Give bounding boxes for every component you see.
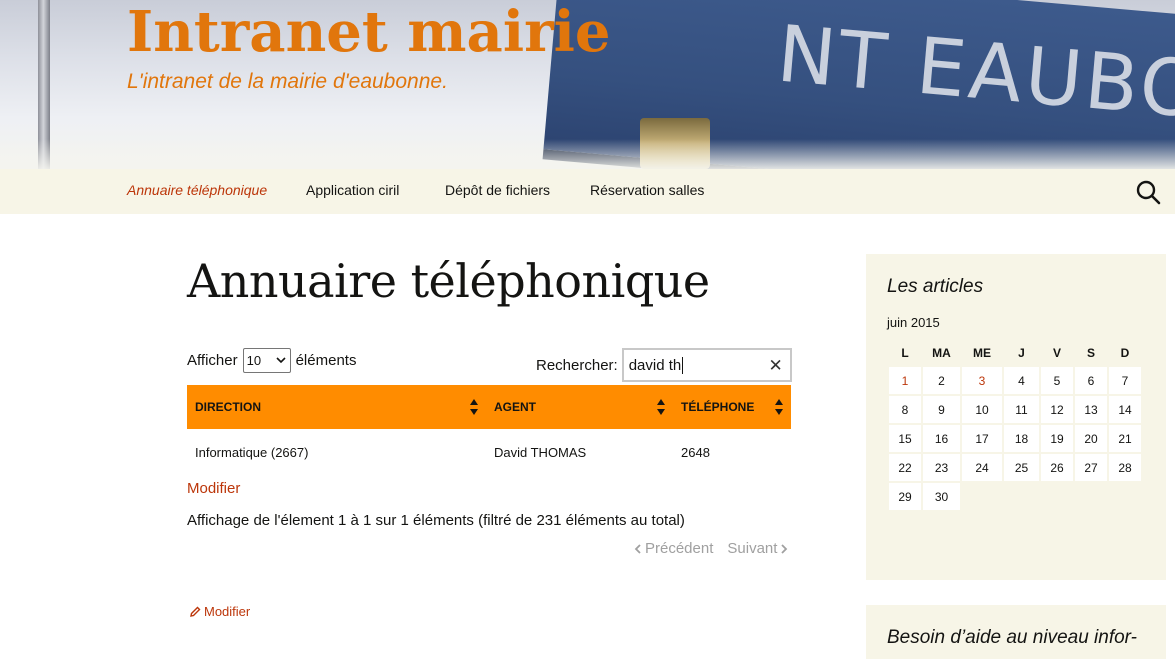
calendar-header: S [1086,345,1095,360]
calendar-day: 19 [1041,425,1073,452]
calendar-day: 25 [1004,454,1039,481]
chevron-down-icon [276,357,286,364]
sort-icon [775,399,783,415]
calendar-header: J [1018,345,1025,360]
search-input-value: david th [628,356,682,374]
calendar-day-link[interactable]: 3 [962,367,1002,394]
calendar-day: 29 [889,483,921,510]
search-icon[interactable] [1135,179,1161,205]
calendar-day: 21 [1109,425,1141,452]
text-cursor [682,356,684,374]
page-length-select[interactable]: 10 [242,348,291,373]
modifier-link[interactable]: Modifier [187,480,240,497]
cell-agent: David THOMAS [494,444,587,460]
column-header-agent[interactable]: AGENT [486,385,673,429]
calendar-header: ME [973,345,991,360]
widget-articles: Les articles juin 2015 L MA ME J V S D 1… [866,254,1166,580]
calendar-header: D [1120,345,1130,360]
calendar-padding [962,483,1141,510]
widget-title: Les articles [887,276,984,297]
pagination: Précédent Suivant [633,540,789,557]
banner-fade [0,139,1175,169]
site-title[interactable]: Intranet mairie [127,0,611,64]
calendar-day: 11 [1004,396,1039,423]
length-prefix: Afficher [187,352,238,369]
length-suffix: éléments [295,352,357,369]
calendar-day: 12 [1041,396,1073,423]
calendar-day: 5 [1041,367,1073,394]
table-info: Affichage de l'élement 1 à 1 sur 1 éléme… [187,512,685,529]
calendar-day: 23 [923,454,960,481]
next-label: Suivant [727,540,778,557]
calendar-day-link[interactable]: 1 [889,367,921,394]
pencil-icon [190,606,201,617]
chevron-right-icon [781,543,788,554]
column-header-label: TÉLÉPHONE [681,400,755,414]
calendar-day: 8 [889,396,921,423]
calendar-day: 9 [923,396,960,423]
cell-direction: Informatique (2667) [195,444,309,460]
chevron-left-icon [634,543,641,554]
calendar-header: L [901,345,909,360]
edit-label: Modifier [204,604,251,619]
calendar-day: 24 [962,454,1002,481]
calendar-day: 20 [1075,425,1107,452]
clear-icon[interactable]: ✕ [768,356,782,376]
calendar-caption: juin 2015 [887,315,940,330]
calendar-day: 4 [1004,367,1039,394]
column-header-telephone[interactable]: TÉLÉPHONE [673,385,791,429]
calendar-day: 7 [1109,367,1141,394]
nav-item-annuaire[interactable]: Annuaire téléphonique [127,182,267,198]
widget-help: Besoin d’aide au niveau infor- [866,605,1166,659]
calendar-day: 28 [1109,454,1141,481]
column-header-label: DIRECTION [195,400,261,414]
calendar-day: 10 [962,396,1002,423]
site-description: L'intranet de la mairie d'eaubonne. [127,70,448,93]
calendar-day: 16 [923,425,960,452]
length-control: Afficher 10 éléments [187,348,356,373]
calendar-day: 26 [1041,454,1073,481]
nav-item-reservation-salles[interactable]: Réservation salles [590,182,704,198]
page-length-value: 10 [246,353,262,368]
calendar-day: 18 [1004,425,1039,452]
previous-label: Précédent [645,540,714,557]
next-button[interactable]: Suivant [727,540,789,557]
calendar-day: 27 [1075,454,1107,481]
calendar-day: 14 [1109,396,1141,423]
sort-icon [470,399,478,415]
nav-item-depot-fichiers[interactable]: Dépôt de fichiers [445,182,550,198]
main-navigation: Annuaire téléphonique Application ciril … [0,169,1175,214]
table-row: Informatique (2667) David THOMAS 2648 [187,429,791,475]
page-title: Annuaire téléphonique [187,254,710,308]
calendar-day: 6 [1075,367,1107,394]
search-label: Rechercher: [536,356,618,374]
column-header-direction[interactable]: DIRECTION [187,385,486,429]
calendar-day: 2 [923,367,960,394]
edit-link[interactable]: Modifier [189,604,250,619]
sign-text: NT EAUBONN [773,9,1175,148]
previous-button[interactable]: Précédent [633,540,713,557]
directory-table: DIRECTION AGENT TÉLÉPHONE Informatique ( [187,385,791,475]
sort-icon [657,399,665,415]
calendar-day: 15 [889,425,921,452]
search-input[interactable]: david th ✕ [621,348,792,382]
nav-item-application-ciril[interactable]: Application ciril [306,182,399,198]
cell-telephone: 2648 [681,444,710,460]
widget-title: Besoin d’aide au niveau infor- [887,627,1137,648]
calendar-day: 22 [889,454,921,481]
calendar-header: MA [932,345,951,360]
calendar-day: 17 [962,425,1002,452]
calendar-day: 13 [1075,396,1107,423]
column-header-label: AGENT [494,400,536,414]
table-search: Rechercher: david th ✕ [536,348,792,382]
calendar-header: V [1052,345,1061,360]
calendar: L MA ME J V S D 1 2 3 4 5 6 7 8 9 10 11 … [887,338,1143,512]
calendar-day: 30 [923,483,960,510]
